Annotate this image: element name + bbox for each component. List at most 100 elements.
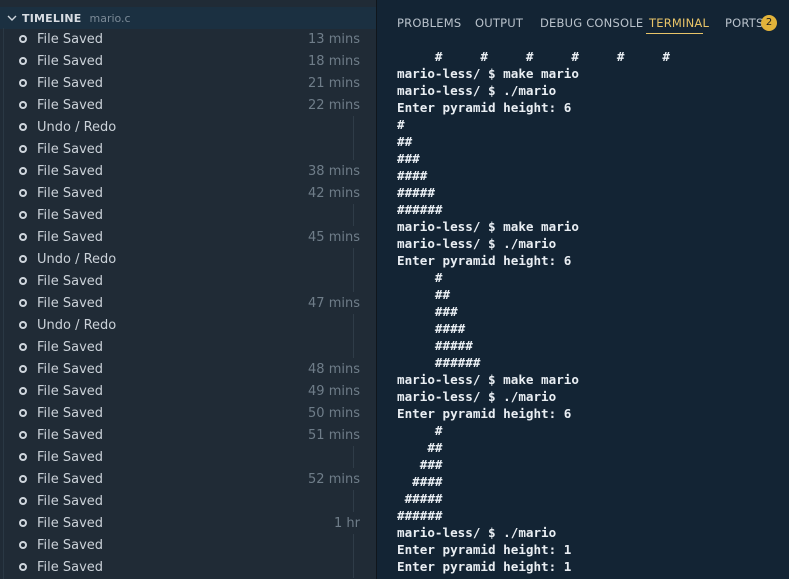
circle-icon <box>19 167 27 175</box>
timeline-entry-label: File Saved <box>37 471 104 487</box>
timeline-title: TIMELINE <box>22 11 82 25</box>
terminal-line: # <box>397 423 443 438</box>
timeline-entry[interactable]: File Saved 18 mins <box>0 50 376 72</box>
tab-terminal[interactable]: TERMINAL <box>649 16 709 30</box>
chevron-down-icon[interactable] <box>6 12 18 24</box>
timeline-entry[interactable]: File Saved 1 hr <box>0 512 376 534</box>
tab-ports[interactable]: PORTS <box>725 16 763 30</box>
timeline-entry[interactable]: File Saved <box>0 490 376 512</box>
circle-icon <box>19 277 27 285</box>
timeline-entry[interactable]: File Saved 48 mins <box>0 358 376 380</box>
circle-icon <box>19 35 27 43</box>
circle-icon <box>19 497 27 505</box>
circle-icon <box>19 387 27 395</box>
circle-icon <box>19 343 27 351</box>
circle-icon <box>19 563 27 571</box>
timeline-entry-time: 21 mins <box>308 75 360 91</box>
circle-icon <box>19 475 27 483</box>
timeline-entry-time: 52 mins <box>308 471 360 487</box>
timeline-entry[interactable]: Undo / Redo <box>0 248 376 270</box>
tab-problems[interactable]: PROBLEMS <box>397 16 461 30</box>
timeline-entry[interactable]: File Saved <box>0 138 376 160</box>
timeline-entry-label: File Saved <box>37 185 104 201</box>
circle-icon <box>19 453 27 461</box>
timeline-entry[interactable]: File Saved 52 mins <box>0 468 376 490</box>
tab-output[interactable]: OUTPUT <box>475 16 523 30</box>
panel-tabs: PROBLEMS OUTPUT DEBUG CONSOLE TERMINAL P… <box>377 0 789 38</box>
circle-icon <box>19 79 27 87</box>
circle-icon <box>19 409 27 417</box>
timeline-entry-label: File Saved <box>37 75 104 91</box>
terminal-line: ###### <box>397 355 481 370</box>
terminal-line: ### <box>397 457 443 472</box>
timeline-group-line <box>353 490 354 512</box>
terminal-line: mario-less/ $ ./mario <box>397 389 557 404</box>
timeline-entry[interactable]: File Saved 47 mins <box>0 292 376 314</box>
timeline-entry-label: File Saved <box>37 515 104 531</box>
circle-icon <box>19 321 27 329</box>
timeline-entry-label: File Saved <box>37 383 104 399</box>
timeline-entry[interactable]: File Saved 50 mins <box>0 402 376 424</box>
timeline-entry[interactable]: File Saved <box>0 204 376 226</box>
timeline-entry-label: File Saved <box>37 427 104 443</box>
timeline-entry-label: File Saved <box>37 449 104 465</box>
timeline-entry[interactable]: File Saved <box>0 534 376 556</box>
timeline-entry-label: File Saved <box>37 53 104 69</box>
timeline-entry-time: 42 mins <box>308 185 360 201</box>
timeline-entry-label: File Saved <box>37 537 104 553</box>
timeline-entry-label: File Saved <box>37 493 104 509</box>
timeline-entry-label: File Saved <box>37 405 104 421</box>
timeline-entry[interactable]: File Saved <box>0 446 376 468</box>
timeline-entry-label: File Saved <box>37 229 104 245</box>
timeline-group-line <box>353 248 354 270</box>
timeline-entry[interactable]: File Saved 21 mins <box>0 72 376 94</box>
terminal-line: #### <box>397 474 443 489</box>
terminal-output[interactable]: # # # # # # mario-less/ $ make mario mario… <box>397 48 789 575</box>
timeline-entry[interactable]: File Saved 45 mins <box>0 226 376 248</box>
timeline-entry-label: File Saved <box>37 97 104 113</box>
timeline-entry[interactable]: File Saved <box>0 270 376 292</box>
terminal-line: mario-less/ $ ./mario <box>397 525 557 540</box>
terminal-line: ##### <box>397 185 435 200</box>
timeline-entry[interactable]: File Saved <box>0 336 376 358</box>
timeline-entry[interactable]: File Saved 51 mins <box>0 424 376 446</box>
terminal-line: ## <box>397 287 451 302</box>
timeline-header[interactable]: TIMELINE mario.c <box>0 7 376 29</box>
terminal-line: ## <box>397 440 443 455</box>
terminal-line: # # # # # # <box>397 49 670 64</box>
timeline-group-line <box>353 336 354 358</box>
terminal-line: ### <box>397 304 458 319</box>
timeline-entry-time: 51 mins <box>308 427 360 443</box>
active-tab-indicator <box>646 33 703 34</box>
timeline-group-line <box>353 534 354 556</box>
timeline-file-name: mario.c <box>89 11 131 25</box>
timeline-entry[interactable]: File Saved 22 mins <box>0 94 376 116</box>
terminal-line: mario-less/ $ ./mario <box>397 236 557 251</box>
terminal-line: # <box>397 270 443 285</box>
terminal-line: mario-less/ $ make mario <box>397 372 579 387</box>
ports-count-badge: 2 <box>761 15 777 31</box>
terminal-line: mario-less/ $ ./mario <box>397 83 557 98</box>
timeline-entry[interactable]: Undo / Redo <box>0 314 376 336</box>
timeline-entry-label: File Saved <box>37 163 104 179</box>
timeline-entry[interactable]: Undo / Redo <box>0 116 376 138</box>
tab-debug-console[interactable]: DEBUG CONSOLE <box>540 16 643 30</box>
timeline-entry[interactable]: File Saved <box>0 556 376 578</box>
timeline-entry-time: 49 mins <box>308 383 360 399</box>
circle-icon <box>19 431 27 439</box>
terminal-line: ###### <box>397 508 443 523</box>
timeline-entry[interactable]: File Saved 13 mins <box>0 28 376 50</box>
terminal-line: mario-less/ $ make mario <box>397 66 579 81</box>
circle-icon <box>19 211 27 219</box>
circle-icon <box>19 145 27 153</box>
timeline-entry-label: File Saved <box>37 31 104 47</box>
circle-icon <box>19 189 27 197</box>
timeline-entry[interactable]: File Saved 42 mins <box>0 182 376 204</box>
circle-icon <box>19 123 27 131</box>
terminal-line: ##### <box>397 338 473 353</box>
timeline-group-line <box>353 204 354 226</box>
terminal-line: Enter pyramid height: 6 <box>397 100 572 115</box>
timeline-entry[interactable]: File Saved 38 mins <box>0 160 376 182</box>
timeline-entry[interactable]: File Saved 49 mins <box>0 380 376 402</box>
timeline-panel: TIMELINE mario.c File Saved 13 mins File S… <box>0 0 376 579</box>
